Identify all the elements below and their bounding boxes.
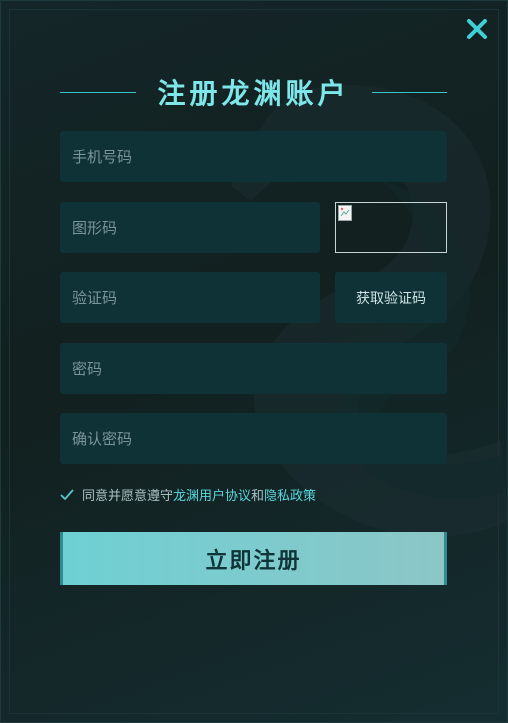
user-agreement-link[interactable]: 龙渊用户协议: [173, 485, 251, 504]
button-edge-left: [60, 532, 63, 585]
phone-field[interactable]: [60, 131, 447, 182]
register-button-label: 立即注册: [205, 548, 302, 574]
register-dialog: 注册龙渊账户 获取验证码 同意并愿意遵守龙渊用户协议和隐私政策 立即注册: [0, 0, 508, 723]
register-button[interactable]: 立即注册: [60, 532, 447, 585]
agreement-row: 同意并愿意遵守 龙渊用户协议和隐私政策: [60, 485, 316, 504]
captcha-image[interactable]: [335, 202, 447, 253]
broken-image-icon: [338, 205, 352, 221]
title-line-left: [60, 91, 136, 93]
password-field[interactable]: [60, 343, 447, 394]
agreement-and: 和: [251, 489, 265, 504]
captcha-input[interactable]: [70, 217, 320, 238]
captcha-field[interactable]: [60, 202, 320, 253]
sms-code-field[interactable]: [60, 272, 320, 323]
title-line-right: [371, 91, 448, 93]
sms-code-input[interactable]: [70, 287, 320, 308]
password-input[interactable]: [70, 358, 447, 379]
phone-input[interactable]: [70, 146, 447, 167]
confirm-password-field[interactable]: [60, 413, 447, 464]
button-edge-right: [444, 532, 447, 585]
privacy-policy-link[interactable]: 隐私政策: [264, 485, 316, 504]
dialog-title: 注册龙渊账户: [157, 77, 350, 110]
checkmark-icon[interactable]: [60, 488, 74, 502]
agreement-prefix: 同意并愿意遵守: [82, 489, 174, 504]
confirm-password-input[interactable]: [70, 428, 447, 449]
title-row: 注册龙渊账户: [60, 71, 448, 113]
close-icon[interactable]: [465, 17, 489, 41]
get-code-button[interactable]: 获取验证码: [335, 272, 447, 323]
